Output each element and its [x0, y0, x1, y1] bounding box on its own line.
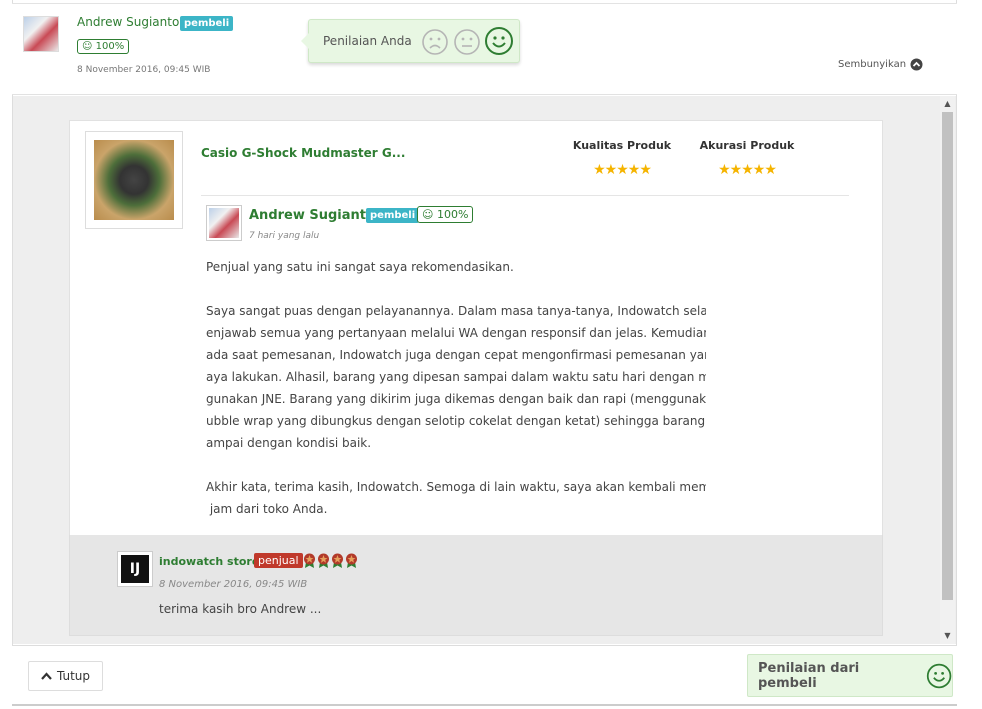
medal-icon	[332, 553, 343, 568]
review-author-name[interactable]: Andrew Sugianto	[249, 208, 375, 223]
review-reputation-percent: ☺ 100%	[417, 206, 474, 223]
seller-medals	[303, 553, 358, 568]
review-line: ampai dengan kondisi baik.	[206, 436, 372, 450]
medal-icon	[304, 553, 315, 568]
medal-icon	[346, 553, 357, 568]
review-relative-date: 7 hari yang lalu	[249, 231, 320, 241]
scroll-thumb[interactable]	[942, 112, 953, 600]
review-line: aya lakukan. Alhasil, barang yang dipesa…	[206, 370, 706, 384]
reviewer-name[interactable]: Andrew Sugianto	[77, 15, 179, 29]
reputation-percent: ☺ 100%	[77, 39, 130, 54]
footer-bottom-border	[12, 704, 957, 706]
hide-link[interactable]: Sembunyikan	[838, 58, 923, 71]
accuracy-stars: ★★★★★	[718, 162, 777, 178]
seller-badge: penjual	[254, 553, 303, 568]
review-buyer-badge: pembeli	[366, 208, 420, 223]
reputation-percent-value: 100%	[95, 41, 125, 52]
card-divider	[201, 195, 849, 196]
product-image[interactable]	[85, 131, 183, 229]
buyer-rating-button[interactable]: Penilaian dari pembeli	[747, 654, 953, 697]
review-paragraph: Saya sangat puas dengan pelayanannya. Da…	[206, 300, 706, 454]
store-avatar[interactable]: IJ	[117, 551, 153, 587]
reply-text: terima kasih bro Andrew ...	[159, 602, 322, 616]
review-body: Penjual yang satu ini sangat saya rekome…	[206, 256, 706, 542]
review-reputation-value: 100%	[436, 208, 469, 221]
reply-date: 8 November 2016, 09:45 WIB	[159, 579, 308, 590]
quality-label: Kualitas Produk	[572, 139, 672, 152]
quality-stars: ★★★★★	[593, 162, 652, 178]
hide-label: Sembunyikan	[838, 59, 907, 70]
review-line: gunakan JNE. Barang yang dikirim juga di…	[206, 392, 706, 406]
review-paragraph: Penjual yang satu ini sangat saya rekome…	[206, 256, 706, 278]
happy-face-icon	[926, 663, 952, 688]
accuracy-label: Akurasi Produk	[699, 139, 795, 152]
review-line: Saya sangat puas dengan pelayanannya. Da…	[206, 304, 706, 318]
review-line: Penjual yang satu ini sangat saya rekome…	[206, 260, 514, 274]
scroll-down-arrow[interactable]: ▼	[940, 630, 955, 642]
close-label: Tutup	[56, 669, 91, 683]
buyer-rating-label: Penilaian dari pembeli	[758, 660, 860, 691]
close-button[interactable]: Tutup	[28, 661, 103, 691]
chevron-up-icon	[41, 672, 52, 680]
buyer-badge: pembeli	[180, 16, 234, 31]
medal-icon	[318, 553, 329, 568]
review-line: Akhir kata, terima kasih, Indowatch. Sem…	[206, 480, 706, 494]
watch-image	[94, 140, 174, 220]
review-line: ada saat pemesanan, Indowatch juga denga…	[206, 348, 706, 362]
sad-face-icon[interactable]	[421, 28, 449, 56]
review-avatar[interactable]	[206, 205, 242, 241]
your-rating-box: Penilaian Anda	[301, 19, 520, 63]
your-rating-label: Penilaian Anda	[323, 34, 412, 48]
review-date: 8 November 2016, 09:45 WIB	[77, 65, 211, 75]
review-line: enjawab semua yang pertanyaan melalui WA…	[206, 326, 706, 340]
happy-face-icon[interactable]	[484, 26, 514, 56]
review-paragraph: Akhir kata, terima kasih, Indowatch. Sem…	[206, 476, 706, 520]
product-name-link[interactable]: Casio G-Shock Mudmaster G...	[201, 146, 405, 160]
review-line: jam dari toko Anda.	[206, 502, 328, 516]
store-logo-icon: IJ	[121, 555, 149, 583]
neutral-face-icon[interactable]	[453, 28, 481, 56]
scrollbar[interactable]: ▲ ▼	[940, 96, 955, 644]
review-line: ubble wrap yang dibungkus dengan selotip…	[206, 414, 706, 428]
chevron-up-circle-icon	[910, 58, 923, 71]
scroll-up-arrow[interactable]: ▲	[940, 98, 955, 110]
reviewer-avatar[interactable]	[23, 16, 59, 52]
store-name-link[interactable]: indowatch store	[159, 555, 259, 568]
